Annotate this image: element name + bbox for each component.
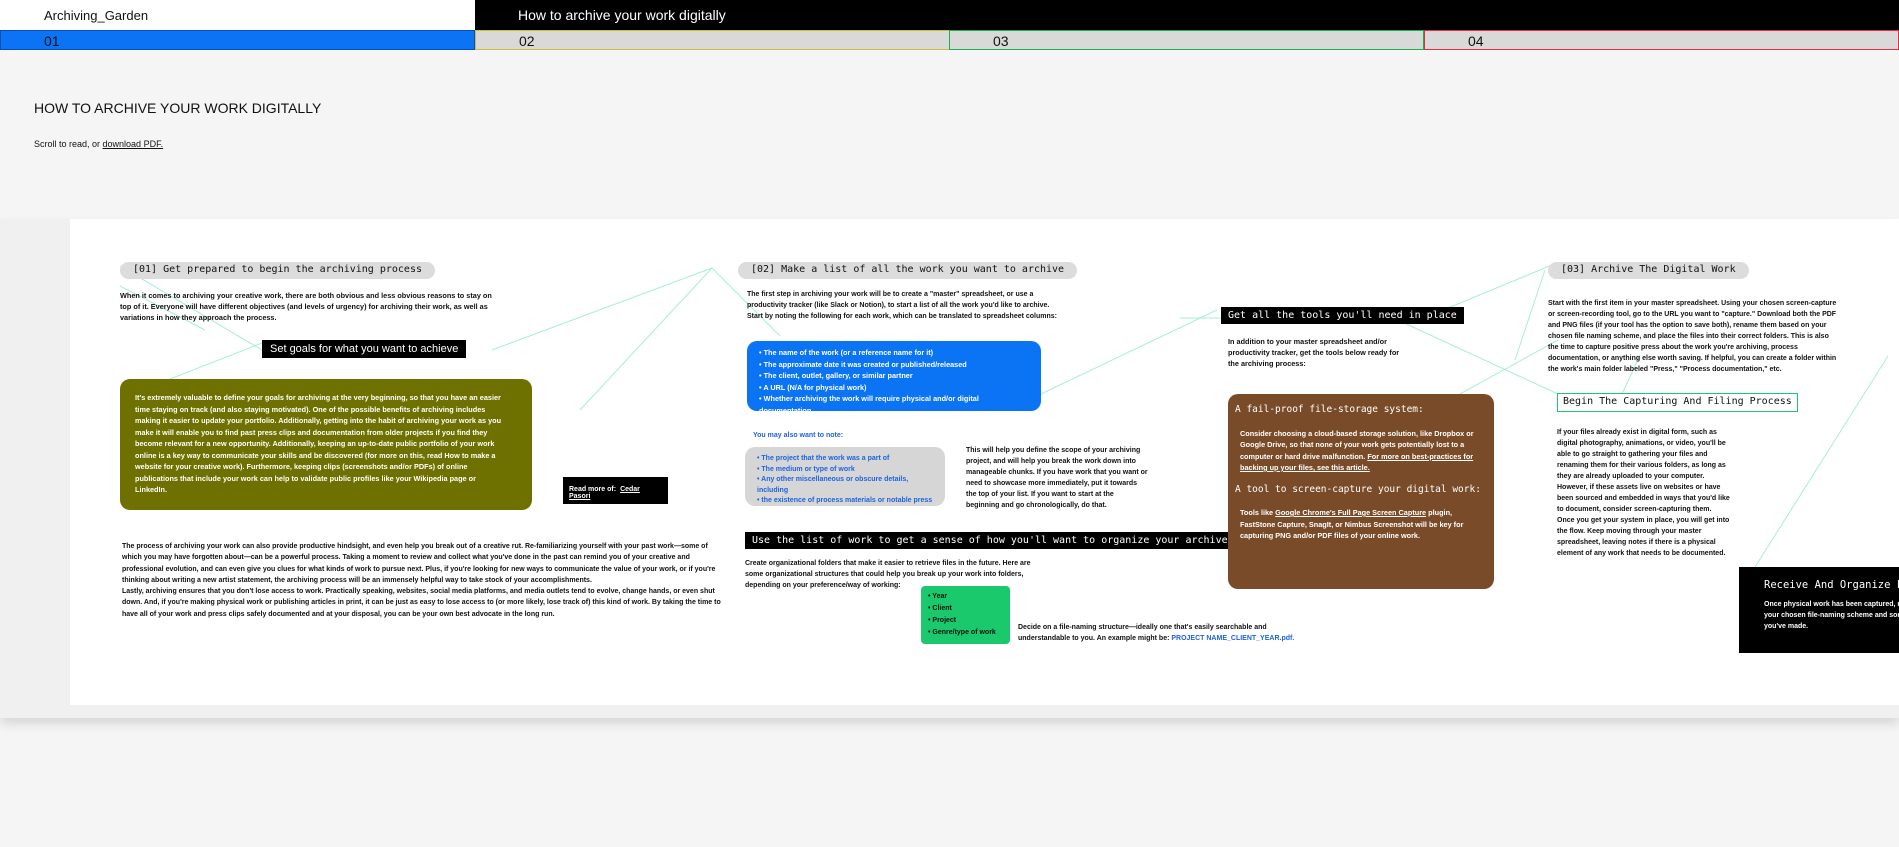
naming-text: Decide on a file-naming structure—ideall… — [1018, 624, 1295, 642]
tab-01[interactable]: 01 — [0, 30, 475, 50]
site-title[interactable]: Archiving_Garden — [0, 0, 475, 30]
section3-intro: Start with the first item in your master… — [1548, 300, 1837, 373]
receive-organize-card: Receive And Organize Files Once physical… — [1739, 567, 1899, 653]
storage-heading: A fail-proof file-storage system: — [1235, 404, 1424, 415]
intro-scroll-text: Scroll to read, or download PDF. — [34, 139, 164, 149]
tab-04[interactable]: 04 — [1424, 30, 1899, 50]
organize-heading: Use the list of work to get a sense of h… — [745, 532, 1235, 549]
receive-text: Once physical work has been captured, re… — [1764, 601, 1899, 630]
chrome-capture-link[interactable]: Google Chrome's Full Page Screen Capture — [1275, 508, 1426, 517]
section1-body: The process of archiving your work can a… — [122, 543, 721, 618]
folder-structures-card: Year Client Project Genre/type of work — [921, 586, 1010, 644]
intro-title: HOW TO ARCHIVE YOUR WORK DIGITALLY — [34, 100, 322, 116]
receive-heading: Receive And Organize Files — [1764, 579, 1899, 591]
also-note-label: You may also want to note: — [753, 432, 844, 439]
tab-02[interactable]: 02 — [475, 30, 950, 50]
page-heading: How to archive your work digitally — [475, 0, 1899, 30]
download-pdf-link[interactable]: download PDF. — [103, 139, 164, 149]
goals-card: It's extremely valuable to define your g… — [120, 379, 532, 510]
read-more-button[interactable]: Read more of: Cedar Pasori — [563, 477, 668, 504]
scope-text: This will help you define the scope of y… — [966, 447, 1148, 509]
naming-example: PROJECT NAME_CLIENT_YEAR.pdf. — [1171, 635, 1295, 642]
work-details-card: The name of the work (or a reference nam… — [747, 341, 1041, 415]
tab-03[interactable]: 03 — [949, 30, 1424, 50]
tools-heading: Get all the tools you'll need in place — [1221, 307, 1464, 324]
optional-details-card: The project that the work was a part of … — [745, 447, 945, 506]
tools-card: A fail-proof file-storage system: Consid… — [1228, 394, 1494, 589]
section2-pill: [02] Make a list of all the work you wan… — [738, 262, 1078, 279]
storage-text: Consider choosing a cloud-based storage … — [1240, 428, 1474, 473]
section1-intro: When it comes to archiving your creative… — [120, 291, 492, 322]
top-bar: Archiving_Garden How to archive your wor… — [0, 0, 1899, 30]
section-tabs: 01 02 03 04 — [0, 30, 1899, 50]
section3-pill: [03] Archive The Digital Work — [1548, 262, 1749, 279]
section2-intro: The first step in archiving your work wi… — [747, 291, 1057, 320]
capture-heading: A tool to screen-capture your digital wo… — [1235, 483, 1481, 495]
capture-filing-text: If your files already exist in digital f… — [1557, 429, 1730, 557]
tools-intro: In addition to your master spreadsheet a… — [1228, 337, 1400, 368]
section1-pill: [01] Get prepared to begin the archiving… — [120, 262, 435, 279]
goals-heading: Set goals for what you want to achieve — [262, 340, 467, 358]
capture-text: Tools like Google Chrome's Full Page Scr… — [1240, 508, 1464, 540]
capture-filing-heading: Begin The Capturing And Filing Process — [1557, 393, 1798, 412]
